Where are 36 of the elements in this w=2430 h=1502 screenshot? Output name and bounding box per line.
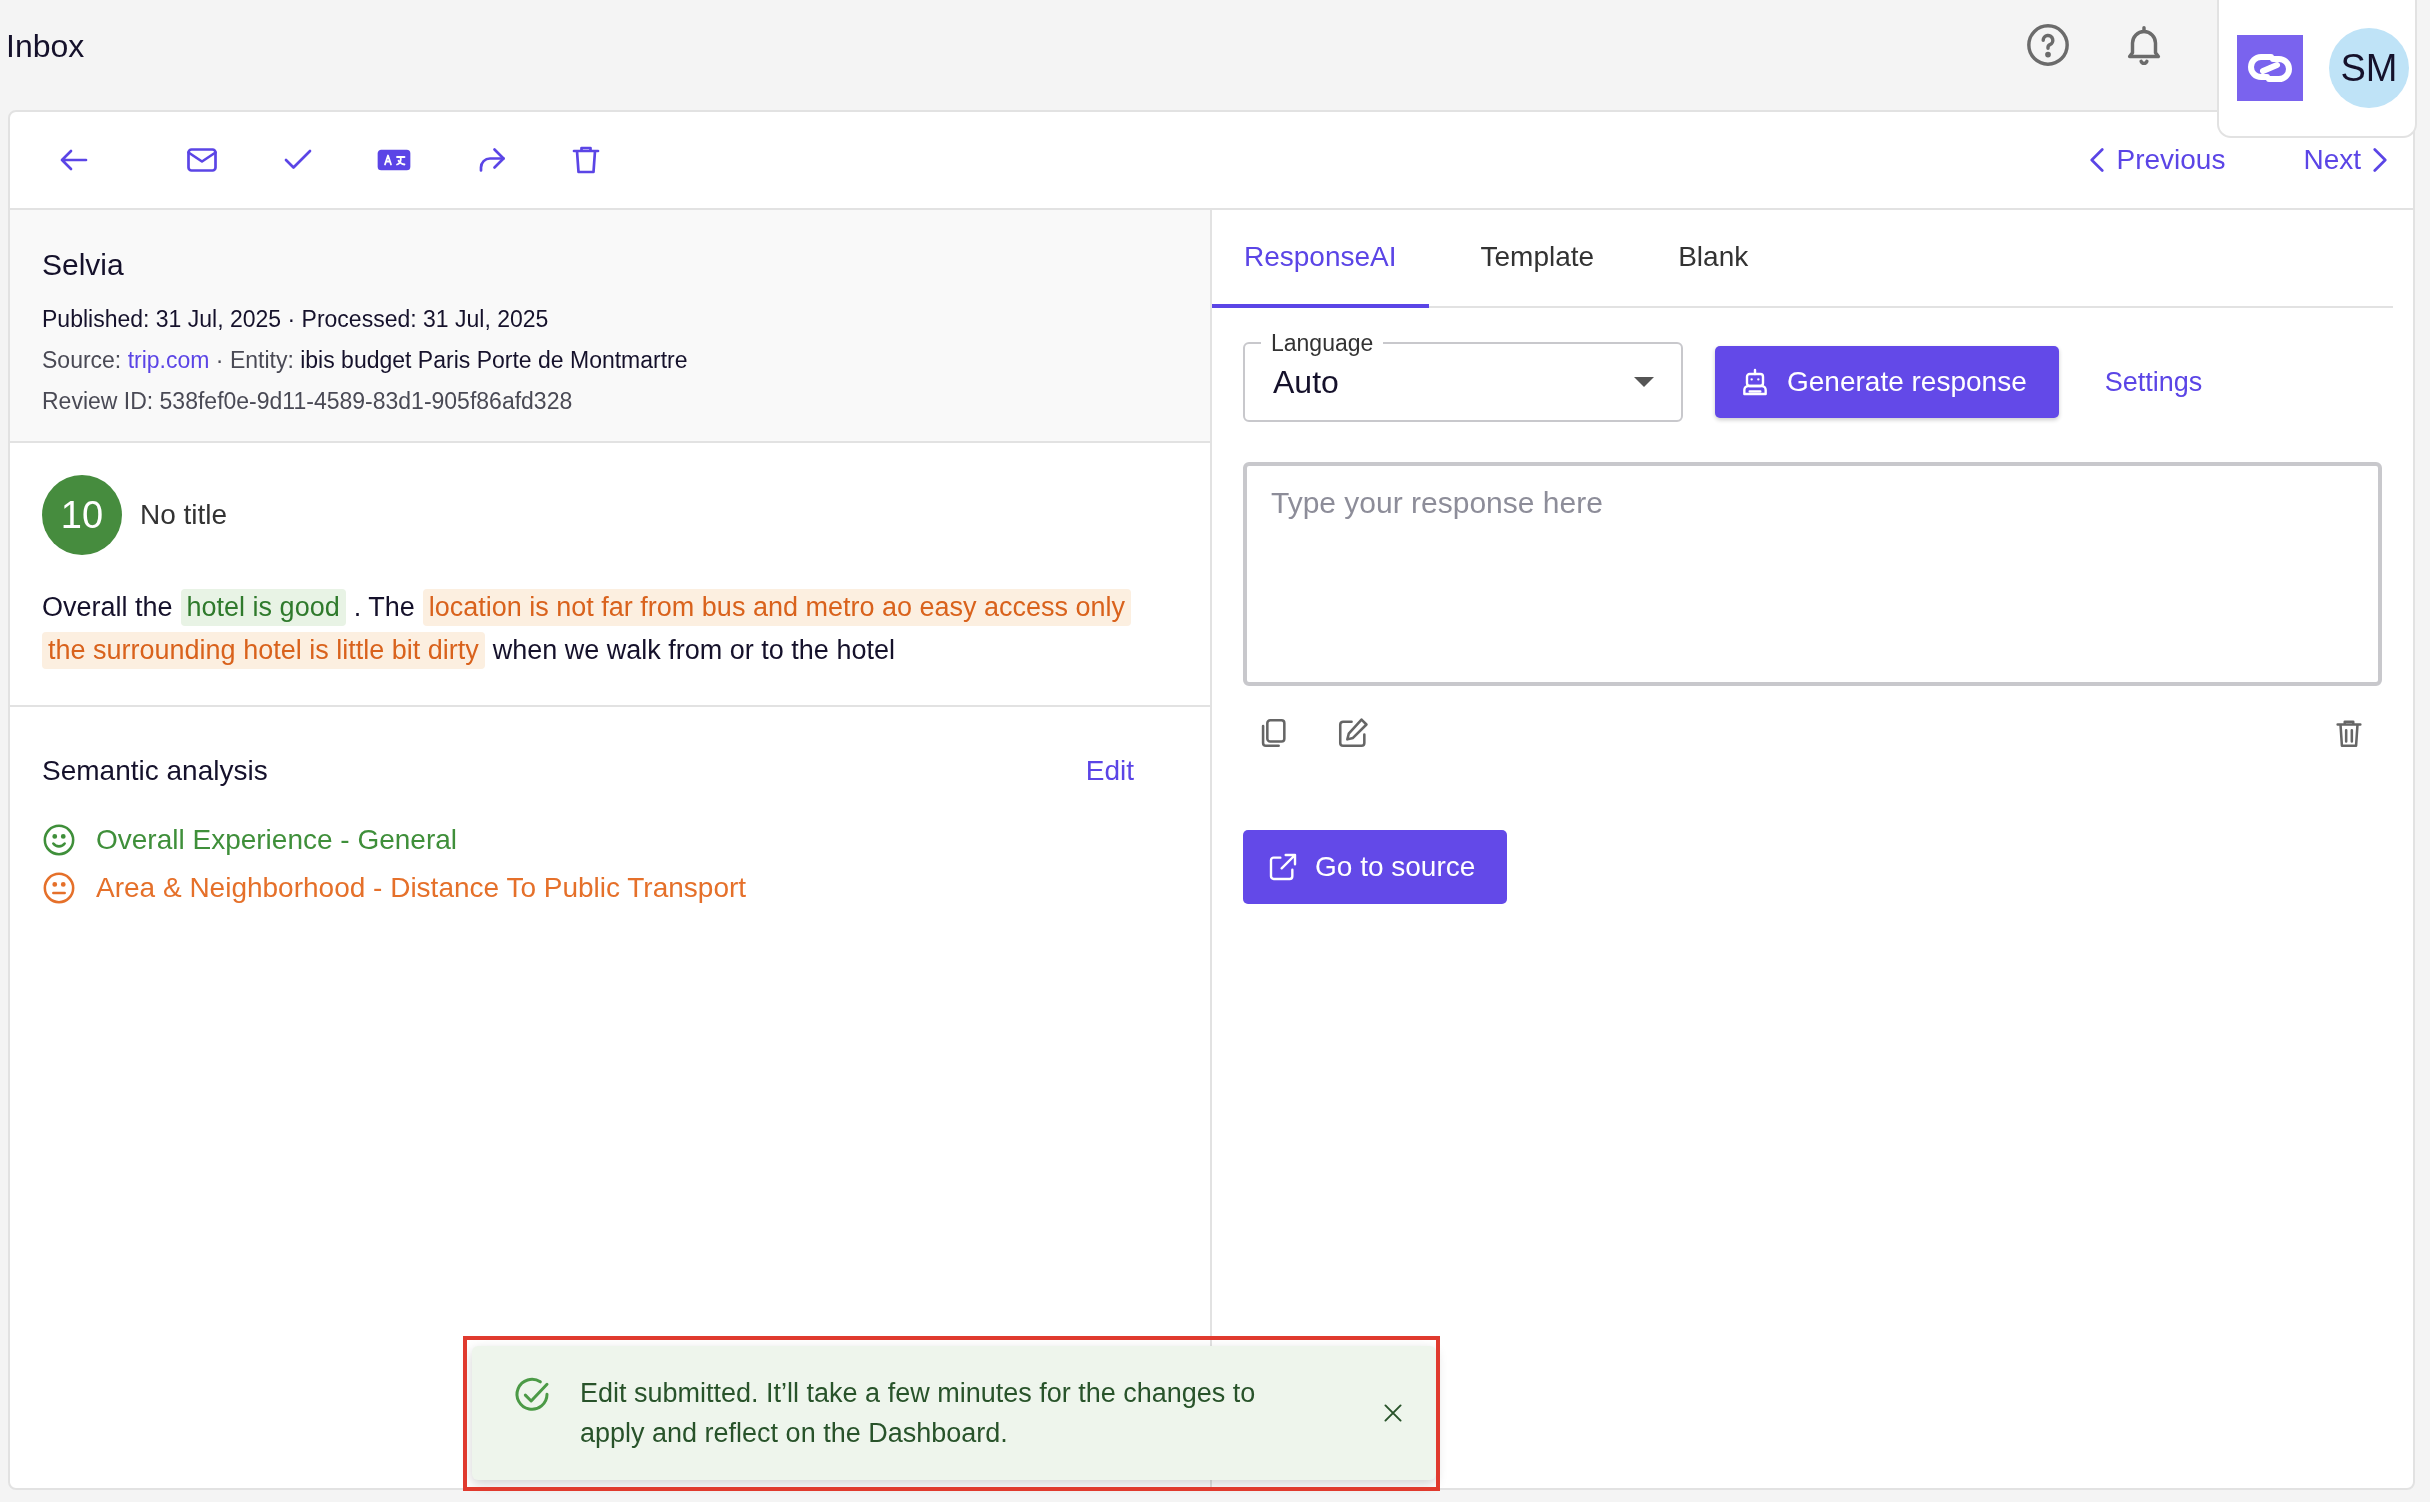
- response-field[interactable]: Type your response here: [1243, 462, 2382, 686]
- previous-link[interactable]: Previous: [2090, 144, 2226, 176]
- reviewer-name: Selvia: [42, 248, 125, 282]
- source-link[interactable]: trip.com: [127, 347, 210, 373]
- edit-link[interactable]: Edit: [1085, 755, 1134, 787]
- review-dates: Published: 31 Jul, 2025 · Processed: 31 Jul, 2025: [42, 306, 550, 333]
- negative-phrase-highlight: location is not far from bus and metro ao easy access only: [422, 589, 1132, 626]
- section-heading: Semantic analysis: [42, 755, 268, 787]
- positive-phrase-highlight: hotel is good: [180, 589, 346, 626]
- external-link-icon: [1267, 851, 1299, 883]
- help-icon[interactable]: [2025, 22, 2071, 68]
- generate-response-button[interactable]: Generate response: [1715, 346, 2059, 418]
- review-text: Overall the: [42, 591, 173, 624]
- page-title: Inbox: [6, 28, 85, 65]
- score-badge: 10: [42, 475, 122, 555]
- chevron-left-icon: [2090, 148, 2105, 172]
- caret-icon: [1633, 376, 1655, 388]
- response-tab[interactable]: Template: [1448, 210, 1627, 308]
- response-tab[interactable]: Blank: [1646, 210, 1781, 308]
- topic-label: Area & Neighborhood - Distance To Public Transport: [96, 872, 747, 904]
- source-entity-line: Source: trip.com · Entity: ibis budget Paris Porte de Montmartre: [42, 347, 689, 374]
- toast-message: Edit submitted. It’ll take a few minutes for the changes to apply and reflect on the Dashboard.: [580, 1377, 1257, 1450]
- response-tab[interactable]: ResponseAI: [1212, 210, 1429, 308]
- user-avatar[interactable]: SM: [2329, 28, 2409, 108]
- negative-phrase-highlight: the surrounding hotel is little bit dirty: [42, 632, 485, 669]
- edit-icon[interactable]: [1336, 716, 1370, 750]
- chain-link-logo-icon[interactable]: [2237, 35, 2303, 101]
- review-id: Review ID: 538fef0e-9d11-4589-83d1-905f86afd328: [42, 388, 574, 415]
- topic-label: Overall Experience - General: [96, 824, 458, 856]
- review-text: . The: [353, 591, 415, 624]
- go-to-source-button[interactable]: Go to source: [1243, 830, 1508, 904]
- settings-link[interactable]: Settings: [2104, 366, 2203, 398]
- chevron-right-icon: [2373, 148, 2387, 172]
- next-link[interactable]: Next: [2303, 144, 2387, 176]
- review-text: when we walk from or to the hotel: [492, 634, 895, 667]
- review-title: No title: [140, 499, 228, 531]
